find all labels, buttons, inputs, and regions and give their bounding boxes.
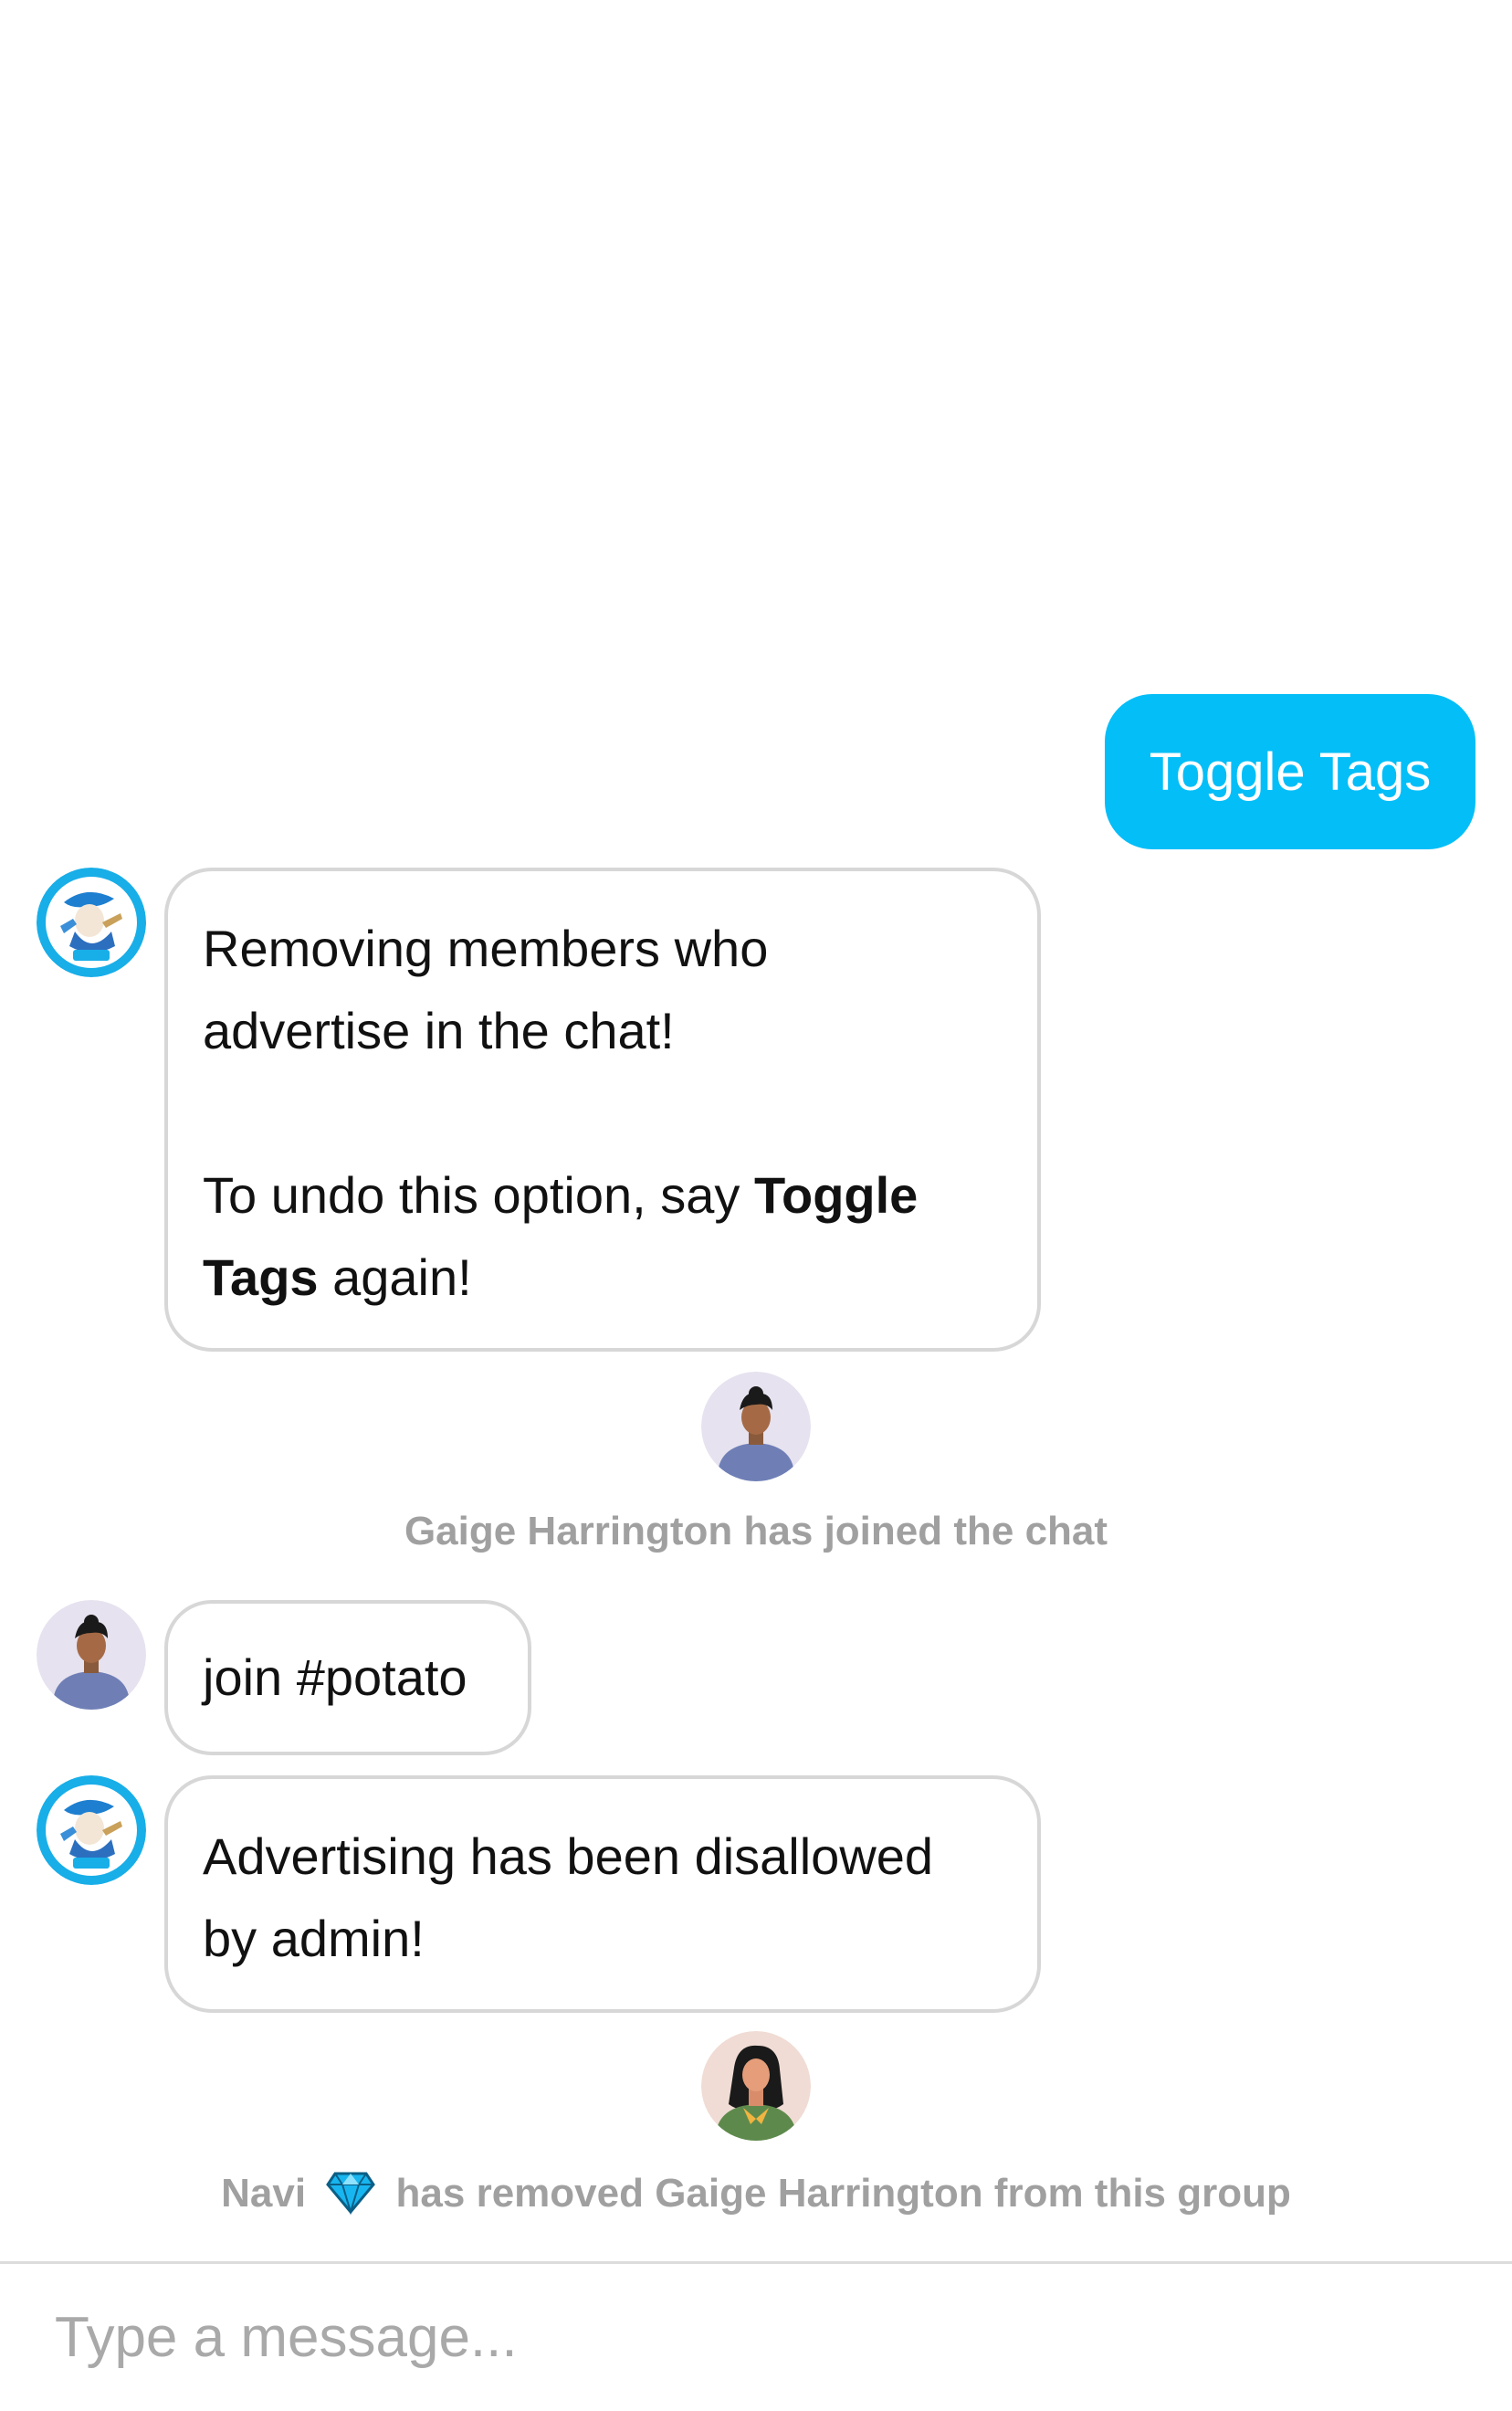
woman-avatar: [701, 2031, 811, 2141]
command-text: Toggle: [753, 1166, 919, 1224]
outgoing-message-bubble[interactable]: Toggle Tags: [1105, 694, 1475, 849]
notice-text: has removed Gaige Harrington from this g…: [395, 2171, 1291, 2216]
join-notice: Gaige Harrington has joined the chat: [404, 1509, 1108, 1553]
message-text: Toggle Tags: [1149, 742, 1432, 802]
message-line: by admin!: [203, 1910, 425, 1967]
man-avatar[interactable]: [37, 1600, 146, 1710]
message-line: advertise in the chat!: [203, 1002, 675, 1059]
message-text: join #potato: [203, 1648, 467, 1706]
command-text: Tags: [203, 1248, 319, 1306]
diamond-icon: [326, 2170, 376, 2216]
message-line: To undo this option, say Toggle: [203, 1166, 919, 1224]
message-line: Advertising has been disallowed: [203, 1827, 934, 1885]
user-message-bubble[interactable]: join #potato: [164, 1600, 531, 1755]
actor-name: Navi: [221, 2171, 307, 2216]
message-input[interactable]: [0, 2264, 1512, 2411]
message-line: Removing members who: [203, 920, 769, 977]
removal-notice: Navi has removed Gaige Harrington from t…: [0, 2170, 1512, 2216]
message-line: Tags again!: [203, 1248, 472, 1306]
navi-bot-avatar[interactable]: [37, 868, 146, 977]
bot-message-bubble[interactable]: Removing members who advertise in the ch…: [164, 868, 1041, 1352]
man-avatar: [701, 1372, 811, 1481]
bot-message-bubble[interactable]: Advertising has been disallowed by admin…: [164, 1775, 1041, 2013]
navi-bot-avatar[interactable]: [37, 1775, 146, 1885]
